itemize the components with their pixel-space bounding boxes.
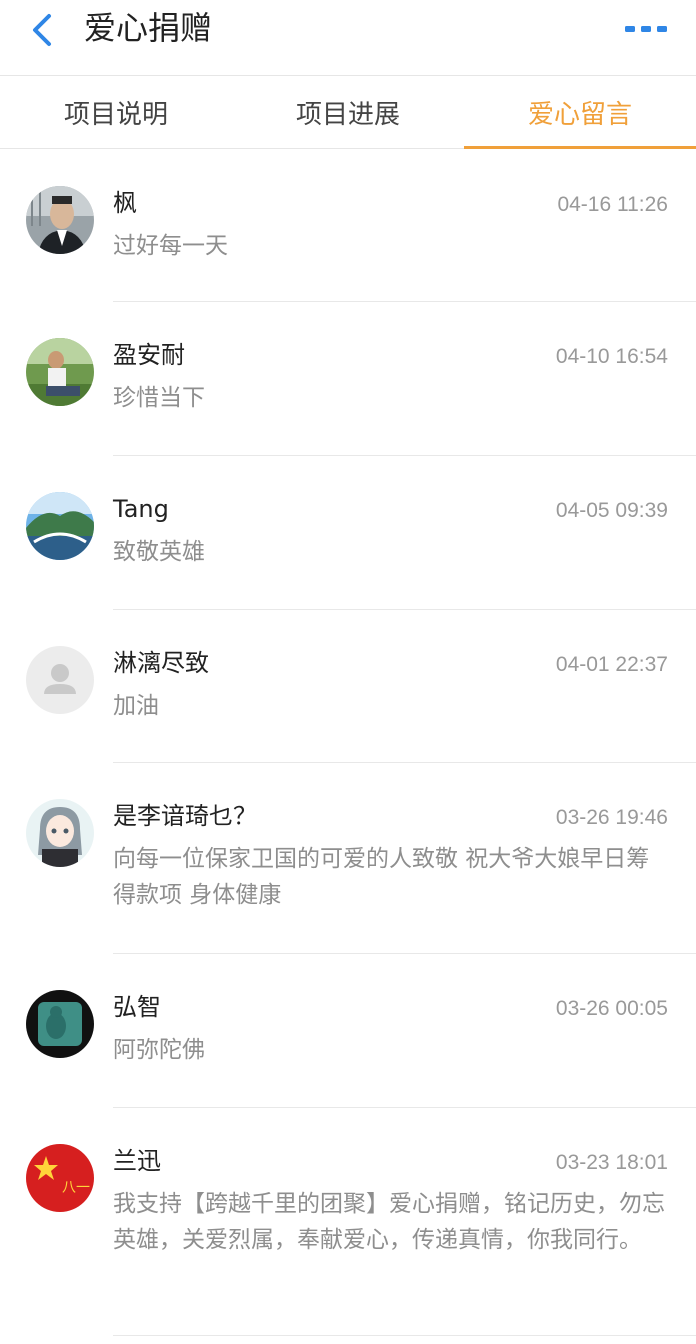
tab-project-description[interactable]: 项目说明 xyxy=(0,77,232,148)
svg-text:八一: 八一 xyxy=(62,1180,90,1196)
avatar[interactable] xyxy=(26,492,94,560)
list-item[interactable]: 弘智 03-26 00:05 阿弥陀佛 xyxy=(0,954,696,1108)
comment-message: 珍惜当下 xyxy=(113,385,205,411)
avatar[interactable] xyxy=(26,338,94,406)
list-item[interactable]: 是李谙琦乜？ 03-26 19:46 向每一位保家卫国的可爱的人致敬 祝大爷大娘… xyxy=(0,763,696,954)
comment-list: 枫 04-16 11:26 过好每一天 盈安耐 04-10 16:54 珍惜当下 xyxy=(0,150,696,1336)
comment-author: 兰迅 xyxy=(113,1147,161,1175)
comment-message: 向每一位保家卫国的可爱的人致敬 祝大爷大娘早日筹得款项 身体健康 xyxy=(113,846,650,908)
tab-project-progress[interactable]: 项目进展 xyxy=(232,77,464,148)
comment-time: 03-23 18:01 xyxy=(555,1151,668,1174)
page-title: 爱心捐赠 xyxy=(84,9,213,47)
top-bar: 爱心捐赠 xyxy=(0,0,696,76)
comment-author: 盈安耐 xyxy=(113,341,185,369)
divider xyxy=(113,1335,696,1336)
list-item[interactable]: Tang 04-05 09:39 致敬英雄 xyxy=(0,456,696,610)
list-item[interactable]: 淋漓尽致 04-01 22:37 加油 xyxy=(0,610,696,763)
comment-time: 03-26 19:46 xyxy=(555,806,668,829)
tab-love-messages[interactable]: 爱心留言 xyxy=(464,77,696,149)
more-button[interactable] xyxy=(622,14,670,44)
tab-bar: 项目说明 项目进展 爱心留言 xyxy=(0,77,696,149)
list-item[interactable]: 枫 04-16 11:26 过好每一天 xyxy=(0,150,696,302)
avatar[interactable] xyxy=(26,799,94,867)
avatar[interactable]: 八一 xyxy=(26,1144,94,1212)
avatar[interactable] xyxy=(26,646,94,714)
comment-author: 淋漓尽致 xyxy=(113,649,209,677)
comment-time: 03-26 00:05 xyxy=(555,997,668,1020)
comment-message: 阿弥陀佛 xyxy=(113,1037,205,1063)
back-button[interactable] xyxy=(22,10,62,50)
comment-message: 过好每一天 xyxy=(113,233,228,259)
comment-time: 04-10 16:54 xyxy=(555,345,668,368)
comment-message: 致敬英雄 xyxy=(113,539,205,565)
comment-time: 04-16 11:26 xyxy=(557,193,668,216)
comment-time: 04-01 22:37 xyxy=(555,653,668,676)
comment-message: 加油 xyxy=(113,693,159,719)
comment-author: Tang xyxy=(113,495,169,523)
default-user-icon xyxy=(26,646,94,714)
comment-author: 是李谙琦乜？ xyxy=(113,802,257,830)
list-item[interactable]: 八一 兰迅 03-23 18:01 我支持【跨越千里的团聚】爱心捐赠，铭记历史，… xyxy=(0,1108,696,1336)
list-item[interactable]: 盈安耐 04-10 16:54 珍惜当下 xyxy=(0,302,696,456)
avatar[interactable] xyxy=(26,186,94,254)
chevron-left-icon xyxy=(33,14,51,46)
comment-message: 我支持【跨越千里的团聚】爱心捐赠，铭记历史，勿忘英雄，关爱烈属，奉献爱心，传递真… xyxy=(113,1191,665,1253)
comment-author: 枫 xyxy=(113,189,137,217)
comment-time: 04-05 09:39 xyxy=(555,499,668,522)
comment-author: 弘智 xyxy=(113,993,161,1021)
more-dots-icon xyxy=(625,26,667,32)
avatar[interactable] xyxy=(26,990,94,1058)
